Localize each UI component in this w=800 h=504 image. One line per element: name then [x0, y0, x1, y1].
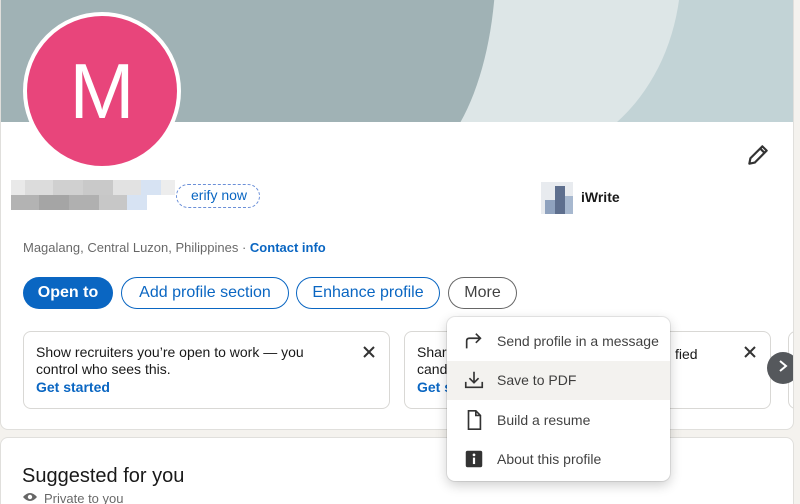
private-to-you: Private to you: [22, 491, 124, 504]
info-icon: [463, 448, 485, 470]
private-label: Private to you: [44, 491, 124, 504]
close-icon[interactable]: [742, 344, 758, 360]
carousel-next-button[interactable]: [767, 352, 793, 384]
more-dropdown-menu: Send profile in a message Save to PDF Bu…: [447, 317, 670, 481]
document-icon: [463, 409, 485, 431]
location-separator: ·: [238, 240, 250, 255]
more-button[interactable]: More: [448, 277, 517, 309]
company-logo[interactable]: [541, 182, 573, 214]
menu-item-label: About this profile: [497, 451, 602, 468]
profile-name-redacted: [11, 180, 191, 210]
menu-item-label: Save to PDF: [497, 372, 577, 389]
menu-item-about-profile[interactable]: About this profile: [447, 440, 670, 480]
share-arrow-icon: [463, 330, 485, 352]
menu-item-build-resume[interactable]: Build a resume: [447, 400, 670, 440]
open-to-button[interactable]: Open to: [23, 277, 113, 309]
chevron-right-icon: [777, 359, 789, 378]
open-to-work-promo: Show recruiters you’re open to work — yo…: [23, 331, 390, 409]
edit-pencil-icon[interactable]: [745, 142, 771, 168]
eye-icon: [22, 491, 38, 504]
banner-arc-inner: [301, 0, 496, 122]
menu-item-save-pdf[interactable]: Save to PDF: [447, 360, 670, 400]
promo-text-tail: fied: [675, 346, 698, 362]
download-icon: [463, 369, 485, 391]
suggested-title: Suggested for you: [22, 465, 185, 487]
enhance-profile-button[interactable]: Enhance profile: [296, 277, 440, 309]
close-icon[interactable]: [361, 344, 377, 360]
company-name[interactable]: iWrite: [581, 189, 620, 205]
menu-item-send-profile[interactable]: Send profile in a message: [447, 321, 670, 361]
menu-item-label: Send profile in a message: [497, 332, 659, 349]
contact-info-link[interactable]: Contact info: [250, 240, 326, 255]
get-started-link[interactable]: Get started: [36, 379, 377, 396]
promo-text: Show recruiters you’re open to work — yo…: [36, 344, 304, 377]
menu-item-label: Build a resume: [497, 411, 591, 428]
avatar-letter: M: [69, 46, 135, 135]
location-text: Magalang, Central Luzon, Philippines: [23, 240, 239, 255]
verify-now-button[interactable]: erify now: [176, 184, 261, 208]
add-profile-section-button[interactable]: Add profile section: [121, 277, 289, 309]
location-line: Magalang, Central Luzon, Philippines · C…: [23, 240, 326, 255]
profile-card: M erify now iWrite Magalang, Central Luz…: [0, 0, 794, 430]
profile-avatar[interactable]: M: [23, 12, 181, 170]
